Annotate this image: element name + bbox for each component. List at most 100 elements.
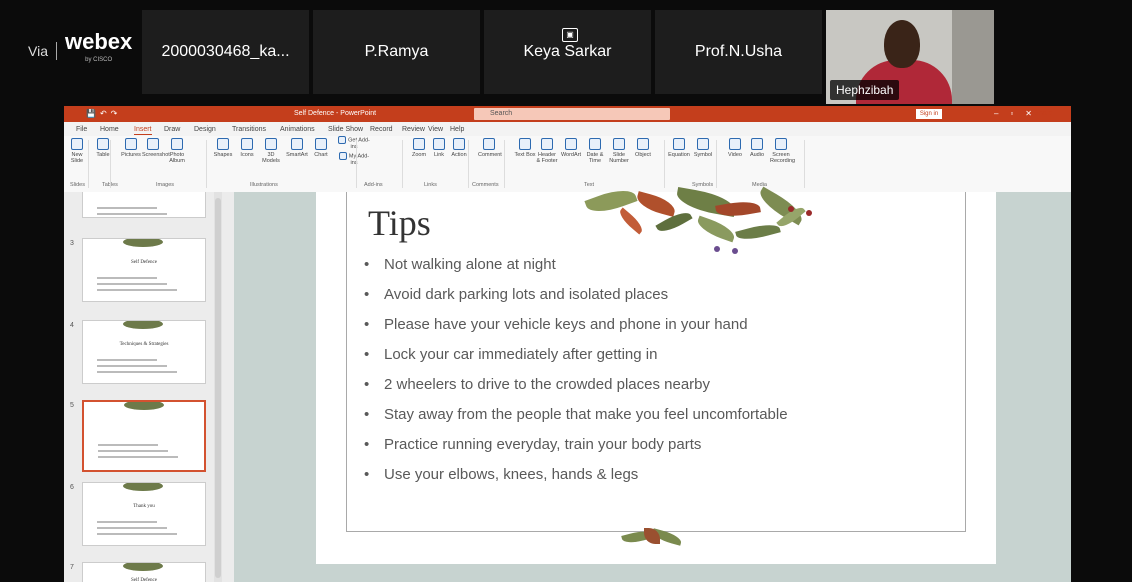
ribbon-zoom-button[interactable]: Zoom: [408, 138, 430, 158]
participant-tile[interactable]: 2000030468_ka...: [142, 10, 309, 94]
ribbon-screenshot-button[interactable]: Screenshot: [142, 138, 170, 158]
powerpoint-window: 💾↶↷ Self Defence - PowerPoint Search Sig…: [64, 106, 1071, 582]
floral-decoration: [466, 183, 826, 262]
ribbon-audio-button[interactable]: Audio: [746, 138, 768, 158]
ribbon-group-label: Slides: [70, 182, 85, 188]
slide-thumbnail[interactable]: [82, 400, 206, 472]
ribbon-link-button[interactable]: Link: [428, 138, 450, 158]
thumbnail-title: Thank you: [133, 504, 155, 510]
menu-tab-insert[interactable]: Insert: [134, 126, 152, 135]
ribbon-equation-button[interactable]: Equation: [668, 138, 690, 158]
search-input[interactable]: Search: [474, 108, 670, 120]
menu-tab-view[interactable]: View: [428, 126, 443, 133]
ribbon-wordart-button[interactable]: WordArt: [560, 138, 582, 158]
slide-thumbnail[interactable]: [82, 192, 206, 218]
share-button[interactable]: Share: [1034, 110, 1053, 117]
ribbon-group-label: Comments: [472, 182, 499, 188]
ribbon-screen-recording-button[interactable]: Screen Recording: [770, 138, 795, 164]
thumbnail-text-line: [97, 289, 177, 291]
tip-item: Practice running everyday, train your bo…: [362, 436, 788, 466]
ribbon-separator: [88, 140, 89, 188]
ribbon-icons-button[interactable]: Icons: [236, 138, 258, 158]
menu-tab-file[interactable]: File: [76, 126, 87, 133]
participant-tile[interactable]: Prof.N.Usha: [655, 10, 822, 94]
menu-tab-home[interactable]: Home: [100, 126, 119, 133]
tip-item: Not walking alone at night: [362, 256, 788, 286]
slide-thumbnail[interactable]: Self Defence: [82, 238, 206, 302]
thumbnail-flower: [124, 402, 164, 410]
ribbon-symbol-button[interactable]: Symbol: [692, 138, 714, 158]
ribbon-get-add-ins-button[interactable]: Get Add-ins: [336, 136, 372, 150]
quick-access-toolbar[interactable]: 💾↶↷: [86, 109, 121, 118]
berry-shape: [732, 248, 738, 254]
ribbon-group-label: Symbols: [692, 182, 714, 188]
slide-canvas[interactable]: Tips Not walking alone at nightAvoid dar…: [316, 183, 996, 564]
ribbon-icon: [729, 138, 741, 150]
ribbon-3d-models-button[interactable]: 3D Models: [260, 138, 282, 164]
ribbon-action-button[interactable]: Action: [448, 138, 470, 158]
thumbnail-number: 5: [70, 402, 74, 409]
ribbon-date-time-button[interactable]: Date & Time: [584, 138, 606, 164]
slide-thumbnail[interactable]: Thank you: [82, 482, 206, 546]
brand-via-label: Via: [28, 43, 48, 59]
thumbnail-flower: [123, 483, 163, 491]
menu-tab-review[interactable]: Review: [402, 126, 425, 133]
participant-tile[interactable]: ▣ Keya Sarkar: [484, 10, 651, 94]
menu-tab-design[interactable]: Design: [194, 126, 216, 133]
ribbon-icon: [519, 138, 531, 150]
ribbon-text-box-button[interactable]: Text Box: [514, 138, 536, 158]
participant-video-tile[interactable]: Hephzibah: [826, 10, 994, 104]
menu-tab-draw[interactable]: Draw: [164, 126, 180, 133]
ribbon-icon: [613, 138, 625, 150]
ribbon-slide-number-button[interactable]: Slide Number: [608, 138, 630, 164]
ribbon-chart-button[interactable]: Chart: [310, 138, 332, 158]
ribbon-icon: [453, 138, 465, 150]
scrollbar-thumb[interactable]: [215, 198, 221, 578]
menu-tab-animations[interactable]: Animations: [280, 126, 315, 133]
ribbon-pictures-button[interactable]: Pictures: [120, 138, 142, 158]
berry-shape: [806, 210, 812, 216]
leaf-shape: [694, 215, 738, 243]
ribbon-icon: [589, 138, 601, 150]
ribbon-shapes-button[interactable]: Shapes: [212, 138, 234, 158]
slide-title: Tips: [368, 203, 431, 243]
ribbon-separator: [110, 140, 111, 188]
participant-tile[interactable]: P.Ramya: [313, 10, 480, 94]
thumbnail-number: 4: [70, 322, 74, 329]
ribbon-separator: [356, 140, 357, 188]
sign-in-button[interactable]: Sign in: [916, 109, 942, 119]
ribbon-separator: [402, 140, 403, 188]
menu-tab-transitions[interactable]: Transitions: [232, 126, 266, 133]
menu-tab-help[interactable]: Help: [450, 126, 464, 133]
thumbnail-text-line: [97, 365, 167, 367]
tip-item: Lock your car immediately after getting …: [362, 346, 788, 376]
ribbon-comment-button[interactable]: Comment: [478, 138, 502, 158]
thumbnail-text-line: [98, 456, 178, 458]
slide-thumbnail[interactable]: Techniques & Strategies: [82, 320, 206, 384]
ribbon-insert: New Slide Table Pictures Screenshot Photo Al…: [64, 136, 1071, 193]
ribbon-new-slide-button[interactable]: New Slide: [66, 138, 88, 164]
thumbnail-flower: [123, 321, 163, 329]
ribbon-icon: [338, 136, 347, 144]
ribbon-group-label: Images: [156, 182, 175, 188]
tip-item: Stay away from the people that make you …: [362, 406, 788, 436]
menu-tab-slide-show[interactable]: Slide Show: [328, 126, 363, 133]
ribbon-my-add-ins-button[interactable]: My Add-ins: [336, 152, 372, 166]
ribbon-smartart-button[interactable]: SmartArt: [286, 138, 308, 158]
ribbon-icon: [125, 138, 137, 150]
leaf-shape: [616, 207, 646, 235]
ribbon-object-button[interactable]: Object: [632, 138, 654, 158]
slide-editor: Tips Not walking alone at nightAvoid dar…: [234, 183, 1071, 582]
ribbon-header-footer-button[interactable]: Header & Footer: [536, 138, 558, 164]
participant-name: 2000030468_ka...: [161, 43, 290, 60]
thumbnail-number: 6: [70, 484, 74, 491]
thumbnail-number: 7: [70, 564, 74, 571]
video-background: [952, 10, 994, 104]
ribbon-icon: [413, 138, 425, 150]
thumbnail-flower: [123, 563, 163, 571]
ribbon-video-button[interactable]: Video: [724, 138, 746, 158]
slide-thumbnail[interactable]: Self Defence: [82, 562, 206, 582]
ribbon-group-label: Links: [424, 182, 437, 188]
ribbon-photo-album-button[interactable]: Photo Album: [166, 138, 188, 164]
menu-tab-record[interactable]: Record: [370, 126, 393, 133]
